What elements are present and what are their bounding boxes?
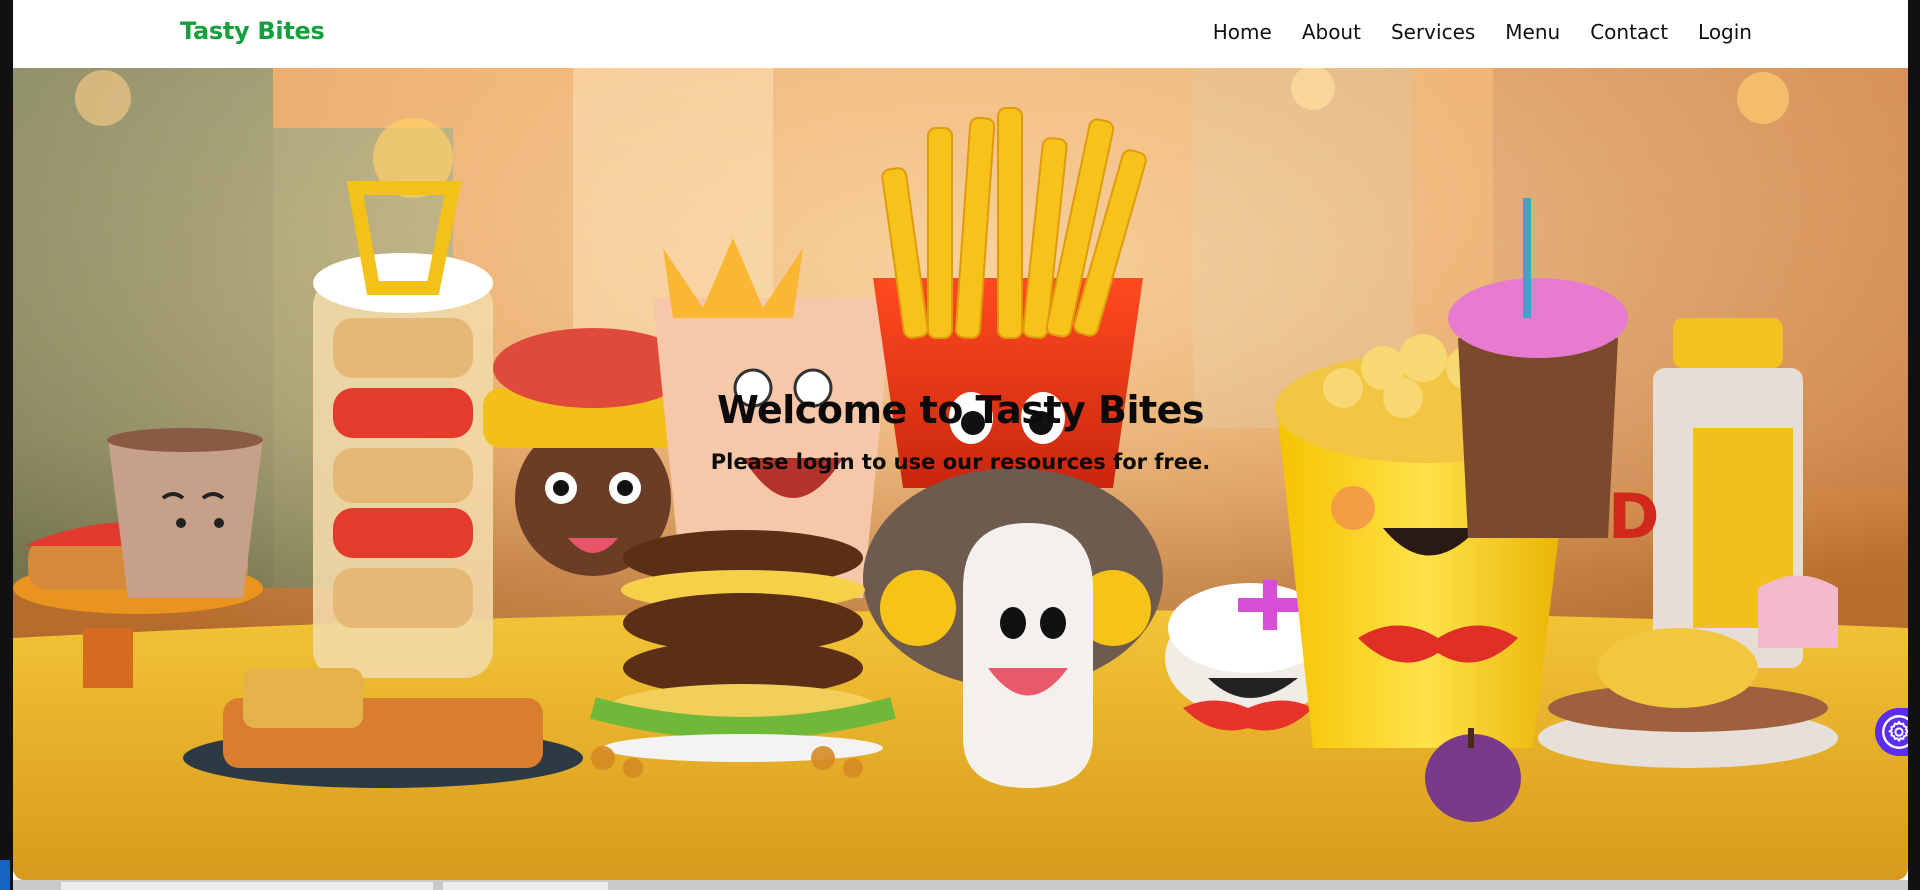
- nav-link-about[interactable]: About: [1302, 20, 1361, 44]
- nav-link-home[interactable]: Home: [1213, 20, 1272, 44]
- browser-viewport: Tasty Bites Home About Services Menu Con…: [13, 0, 1908, 880]
- nav-link-services[interactable]: Services: [1391, 20, 1475, 44]
- hero-subtitle: Please login to use our resources for fr…: [710, 450, 1211, 474]
- navbar: Tasty Bites Home About Services Menu Con…: [13, 0, 1908, 69]
- nav-link-menu[interactable]: Menu: [1505, 20, 1560, 44]
- svg-text:D: D: [1608, 480, 1659, 553]
- nav-link-login[interactable]: Login: [1698, 20, 1752, 44]
- taskbar-tab[interactable]: [61, 882, 433, 890]
- bottom-taskbar: [13, 880, 1908, 890]
- hero-section: D Welcome to Tasty Bites Please login to…: [13, 68, 1908, 880]
- taskbar-tab[interactable]: [443, 882, 608, 890]
- nav-link-contact[interactable]: Contact: [1590, 20, 1668, 44]
- nav-links: Home About Services Menu Contact Login: [1213, 20, 1752, 44]
- hero-background-image: D: [13, 68, 1908, 880]
- brand-logo[interactable]: Tasty Bites: [180, 17, 325, 45]
- hero-text: Welcome to Tasty Bites Please login to u…: [13, 388, 1908, 474]
- left-window-edge: [0, 0, 13, 890]
- hero-title: Welcome to Tasty Bites: [716, 388, 1205, 432]
- right-window-edge: [1908, 0, 1920, 890]
- taskbar-accent: [0, 860, 10, 890]
- gear-icon: [1882, 715, 1908, 749]
